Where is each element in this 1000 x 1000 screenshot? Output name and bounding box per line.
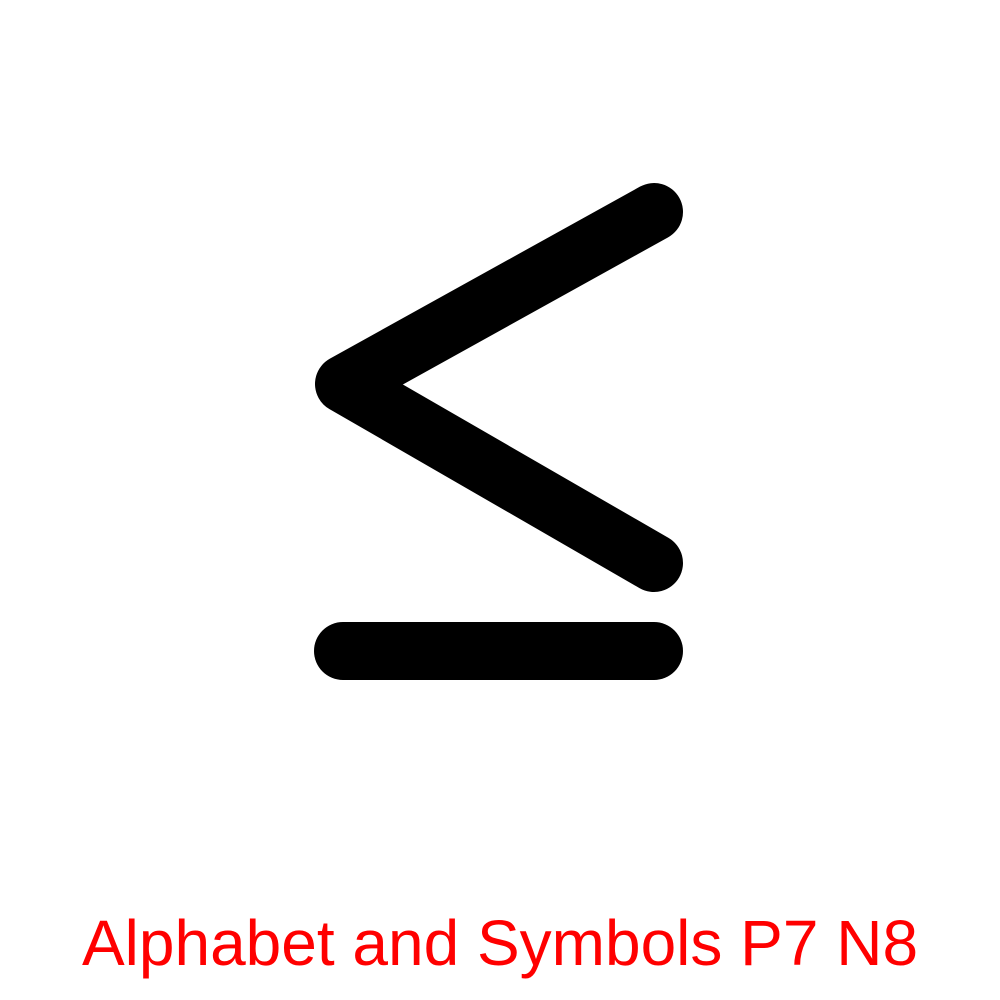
- canvas: Alphabet and Symbols P7 N8: [0, 0, 1000, 1000]
- chevron-stroke: [315, 183, 683, 592]
- caption-text: Alphabet and Symbols P7 N8: [81, 907, 919, 979]
- less-than-or-equal-icon: [314, 183, 683, 680]
